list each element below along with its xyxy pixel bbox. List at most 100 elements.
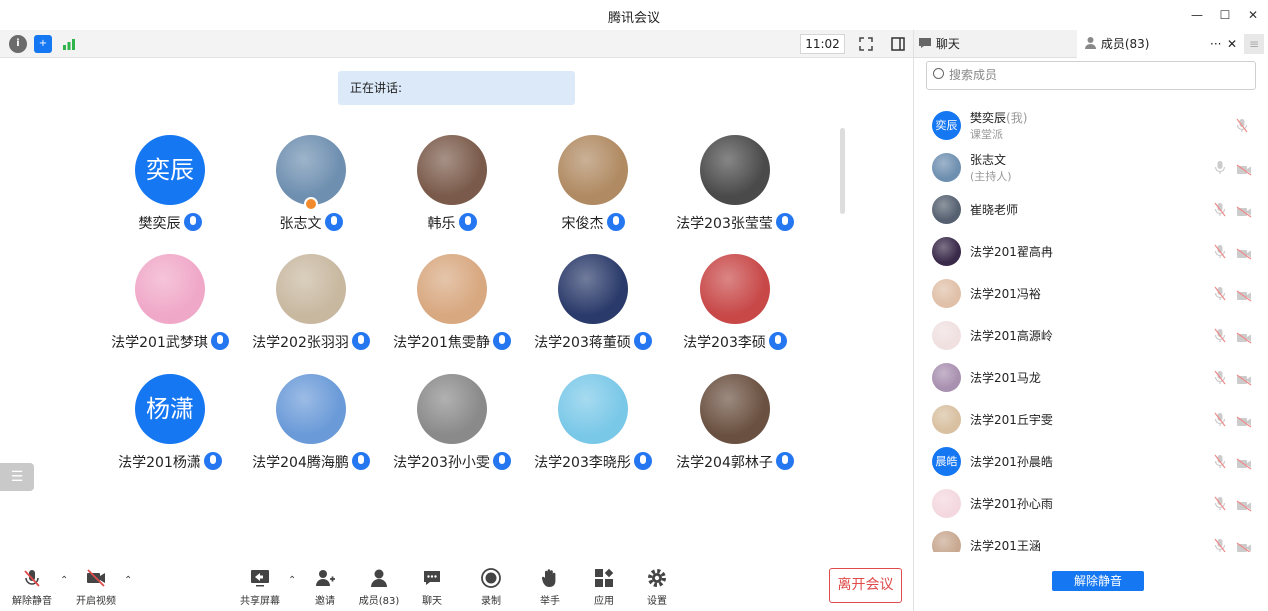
camera-off-icon[interactable] <box>1236 413 1252 428</box>
participant-tile[interactable]: 法学201焦雯静 <box>387 254 517 364</box>
member-row[interactable]: 法学201翟高冉 <box>914 230 1268 272</box>
mic-icon <box>210 332 229 350</box>
camera-off-icon[interactable] <box>1236 245 1252 260</box>
signal-icon[interactable] <box>60 35 78 53</box>
participant-tile[interactable]: 奕辰 樊奕辰 <box>105 135 235 245</box>
video-options-caret[interactable]: ⌃ <box>124 575 132 586</box>
close-button[interactable]: ✕ <box>1244 6 1262 24</box>
participant-tile[interactable]: 法学202张羽羽 <box>246 254 376 364</box>
member-name: 法学201王涵 <box>970 537 1041 552</box>
member-list: 奕辰 樊奕辰(我) 课堂派 张志文 (主持人) 崔晓老师 法学201翟高冉 法学201冯裕 法学… <box>914 104 1268 552</box>
close-icon[interactable]: ✕ <box>1227 30 1241 58</box>
member-row[interactable]: 奕辰 樊奕辰(我) 课堂派 <box>914 104 1268 146</box>
layout-toggle-icon[interactable] <box>889 35 907 53</box>
search-members-input[interactable]: 搜索成员 <box>926 61 1256 90</box>
mic-muted-icon[interactable] <box>1214 286 1226 301</box>
chat-icon <box>421 567 443 589</box>
participant-name-text: 法学203李晓彤 <box>534 455 631 471</box>
record-button[interactable]: 录制 <box>463 567 519 607</box>
participant-tile[interactable]: 宋俊杰 <box>528 135 658 245</box>
apps-button[interactable]: 应用 <box>576 567 632 607</box>
start-video-button[interactable]: 开启视频 <box>68 567 124 607</box>
mic-icon <box>183 213 202 231</box>
minimize-button[interactable]: — <box>1188 6 1206 24</box>
member-name-text: 崔晓老师 <box>970 203 1019 217</box>
participant-tile[interactable]: 法学204郭林子 <box>670 374 800 484</box>
camera-off-icon[interactable] <box>1236 161 1252 176</box>
camera-off-icon[interactable] <box>1236 497 1252 512</box>
participant-tile[interactable]: 韩乐 <box>387 135 517 245</box>
member-row[interactable]: 崔晓老师 <box>914 188 1268 230</box>
tab-chat[interactable]: 聊天 <box>914 30 1077 58</box>
unmute-button[interactable]: 解除静音 <box>4 567 60 607</box>
mic-icon[interactable] <box>1214 160 1226 175</box>
mic-icon <box>351 332 370 350</box>
participant-name: 法学203李硕 <box>670 332 800 352</box>
mic-muted-icon[interactable] <box>1214 538 1226 552</box>
grid-scrollbar[interactable] <box>840 128 845 214</box>
leave-meeting-button[interactable]: 离开会议 <box>829 568 902 603</box>
avatar <box>276 374 346 444</box>
member-row[interactable]: 法学201马龙 <box>914 356 1268 398</box>
raise-hand-button[interactable]: 举手 <box>522 567 578 607</box>
mic-muted-icon[interactable] <box>1214 370 1226 385</box>
participant-tile[interactable]: 法学204腾海鹏 <box>246 374 376 484</box>
participant-name: 法学201焦雯静 <box>387 332 517 352</box>
participant-tile[interactable]: 法学203张莹莹 <box>670 135 800 245</box>
member-row[interactable]: 法学201丘宇雯 <box>914 398 1268 440</box>
participant-tile[interactable]: 张志文 <box>246 135 376 245</box>
maximize-button[interactable]: ☐ <box>1216 6 1234 24</box>
camera-off-icon[interactable] <box>1236 329 1252 344</box>
participant-name-text: 法学201焦雯静 <box>393 335 490 351</box>
camera-off-icon[interactable] <box>1236 455 1252 470</box>
participant-name: 法学203李晓彤 <box>528 452 658 472</box>
avatar <box>558 254 628 324</box>
member-row[interactable]: 法学201高源岭 <box>914 314 1268 356</box>
mic-muted-icon[interactable] <box>1214 454 1226 469</box>
unmute-all-button[interactable]: 解除静音 <box>1052 571 1144 591</box>
member-name-text: 法学201王涵 <box>970 539 1041 552</box>
mic-icon <box>633 332 652 350</box>
member-row[interactable]: 晨皓 法学201孙晨皓 <box>914 440 1268 482</box>
list-toggle-icon[interactable]: ☰ <box>0 463 34 491</box>
participant-name-text: 法学201武梦琪 <box>111 335 208 351</box>
participant-tile[interactable]: 杨潇 法学201杨潇 <box>105 374 235 484</box>
member-row[interactable]: 法学201冯裕 <box>914 272 1268 314</box>
member-row[interactable]: 法学201孙心雨 <box>914 482 1268 524</box>
camera-off-icon[interactable] <box>1236 203 1252 218</box>
avatar <box>932 195 961 224</box>
mic-muted-icon[interactable] <box>1214 202 1226 217</box>
shield-icon[interactable]: + <box>34 35 52 53</box>
participant-tile[interactable]: 法学203李晓彤 <box>528 374 658 484</box>
settings-button[interactable]: 设置 <box>629 567 685 607</box>
members-button[interactable]: 成员(83) <box>351 567 407 607</box>
participant-tile[interactable]: 法学203孙小雯 <box>387 374 517 484</box>
member-icon <box>1085 37 1096 49</box>
fullscreen-icon[interactable] <box>857 35 875 53</box>
meeting-info-bar: i + 11:02 <box>0 30 913 58</box>
mic-muted-icon[interactable] <box>1214 496 1226 511</box>
chat-button[interactable]: 聊天 <box>404 567 460 607</box>
mic-muted-icon[interactable] <box>1236 118 1248 133</box>
share-options-caret[interactable]: ⌃ <box>288 575 296 586</box>
camera-off-icon[interactable] <box>1236 539 1252 552</box>
mic-muted-icon[interactable] <box>1214 328 1226 343</box>
member-row[interactable]: 法学201王涵 <box>914 524 1268 552</box>
invite-button[interactable]: 邀请 <box>297 567 353 607</box>
share-screen-button[interactable]: 共享屏幕 <box>232 567 288 607</box>
member-name: 法学201高源岭 <box>970 327 1053 344</box>
speaking-indicator: 正在讲话: <box>338 71 575 105</box>
mic-muted-icon[interactable] <box>1214 412 1226 427</box>
info-icon[interactable]: i <box>9 35 27 53</box>
participant-tile[interactable]: 法学203李硕 <box>670 254 800 364</box>
more-icon[interactable]: ··· <box>1210 30 1228 58</box>
member-row[interactable]: 张志文 (主持人) <box>914 146 1268 188</box>
menu-icon[interactable]: ≡ <box>1244 34 1264 54</box>
avatar <box>932 279 961 308</box>
mic-muted-icon[interactable] <box>1214 244 1226 259</box>
camera-off-icon[interactable] <box>1236 287 1252 302</box>
participant-tile[interactable]: 法学201武梦琪 <box>105 254 235 364</box>
participant-tile[interactable]: 法学203蒋董硕 <box>528 254 658 364</box>
camera-off-icon[interactable] <box>1236 371 1252 386</box>
avatar <box>558 374 628 444</box>
